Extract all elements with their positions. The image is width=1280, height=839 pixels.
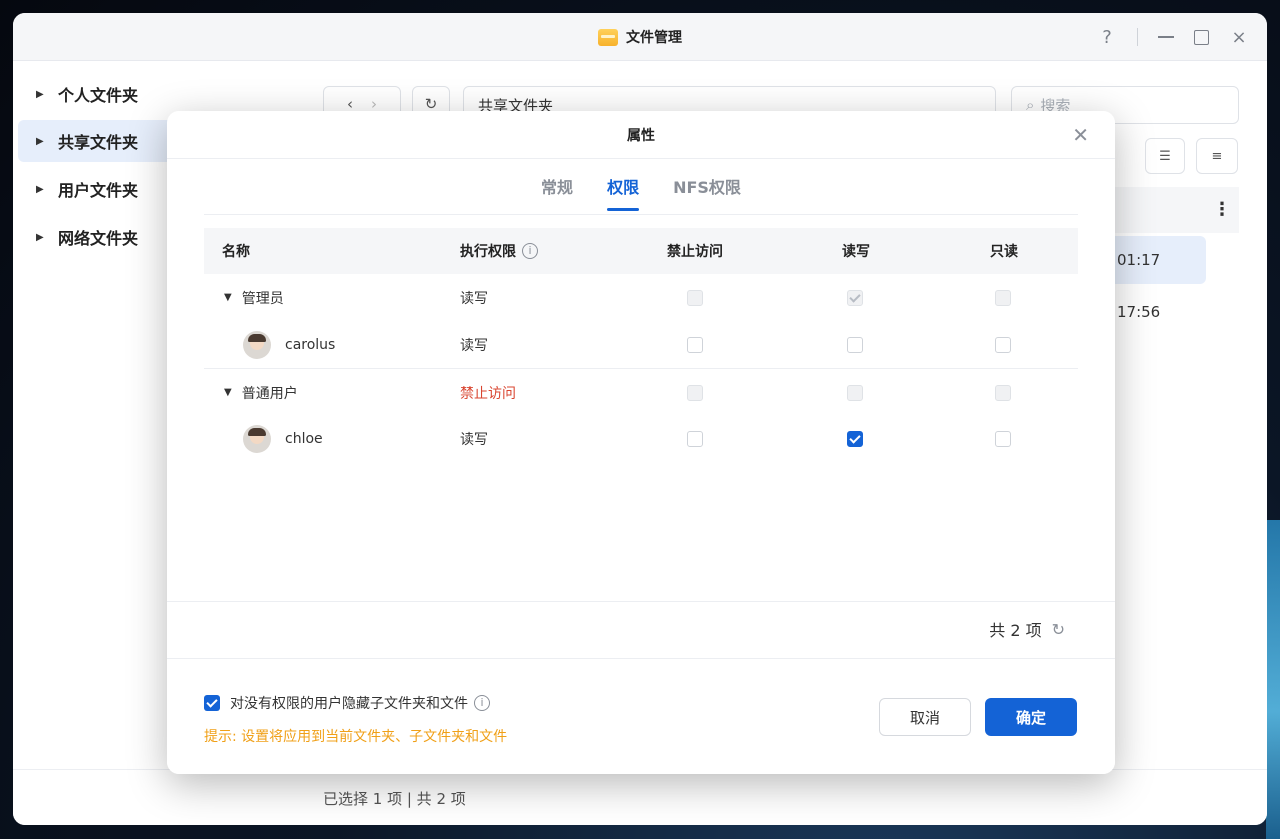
- view-mode-button[interactable]: ☰: [1145, 138, 1185, 174]
- dialog-header: 属性 ✕: [167, 111, 1115, 159]
- desktop-edge-glow: [1266, 520, 1280, 839]
- read-only-checkbox: [995, 384, 1011, 401]
- group-name-cell[interactable]: ▼ 普通用户: [224, 369, 298, 416]
- info-icon[interactable]: i: [474, 695, 490, 711]
- hide-option-label: 对没有权限的用户隐藏子文件夹和文件: [230, 696, 468, 712]
- properties-dialog: 属性 ✕ 常规 权限 NFS权限 名称 执行权限 i 禁止访问 读写 只读 ▼ …: [167, 111, 1115, 774]
- col-deny: 禁止访问: [667, 244, 723, 260]
- controls-divider: [1137, 28, 1138, 46]
- user-name-cell: carolus: [243, 321, 335, 368]
- dialog-tabs: 常规 权限 NFS权限: [167, 173, 1115, 213]
- tab-general[interactable]: 常规: [541, 173, 573, 211]
- user-name: chloe: [285, 430, 323, 447]
- folder-app-icon: [598, 28, 618, 46]
- group-name: 管理员: [241, 290, 284, 307]
- col-read-write: 读写: [842, 244, 870, 260]
- effective-permission: 读写: [460, 337, 488, 354]
- deny-checkbox[interactable]: [687, 430, 703, 447]
- minimize-icon[interactable]: [1158, 36, 1174, 38]
- sidebar-item-label: 网络文件夹: [58, 229, 139, 248]
- caret-down-icon[interactable]: ▼: [224, 387, 232, 398]
- table-row: ▼ 管理员 读写: [204, 274, 1078, 321]
- list-view-icon: ☰: [1159, 148, 1171, 164]
- effective-permission: 读写: [460, 290, 488, 307]
- read-only-checkbox[interactable]: [995, 430, 1011, 447]
- maximize-icon[interactable]: [1194, 29, 1209, 45]
- deny-checkbox: [687, 289, 703, 306]
- deny-checkbox[interactable]: [687, 336, 703, 353]
- group-name-cell[interactable]: ▼ 管理员: [224, 274, 284, 321]
- caret-right-icon: ▶: [36, 135, 44, 147]
- permissions-table: 名称 执行权限 i 禁止访问 读写 只读 ▼ 管理员 读写 carolus 读写…: [204, 228, 1078, 462]
- read-write-checkbox[interactable]: [847, 336, 863, 353]
- help-icon[interactable]: ?: [1097, 27, 1117, 48]
- effective-permission: 读写: [460, 431, 488, 448]
- deny-checkbox: [687, 384, 703, 401]
- title-group: 文件管理: [13, 13, 1267, 61]
- sort-button[interactable]: ≡: [1196, 138, 1238, 174]
- list-divider: [167, 601, 1115, 602]
- window-title: 文件管理: [626, 30, 682, 46]
- col-effective: 执行权限 i: [460, 228, 538, 274]
- read-only-checkbox[interactable]: [995, 336, 1011, 353]
- close-icon[interactable]: ✕: [1072, 123, 1089, 147]
- caret-right-icon: ▶: [36, 231, 44, 243]
- sidebar-item-label: 共享文件夹: [58, 133, 139, 152]
- table-row: carolus 读写: [204, 321, 1078, 368]
- table-row: chloe 读写: [204, 415, 1078, 462]
- caret-right-icon: ▶: [36, 88, 44, 100]
- titlebar: 文件管理 ? ×: [13, 13, 1267, 61]
- refresh-icon[interactable]: ↻: [1052, 620, 1065, 639]
- table-row: ▼ 普通用户 禁止访问: [204, 368, 1078, 415]
- item-count-text: 共 2 项: [989, 621, 1042, 640]
- sidebar-item-personal[interactable]: ▶ 个人文件夹: [18, 73, 308, 115]
- sidebar-item-label: 个人文件夹: [58, 86, 139, 105]
- effective-permission: 禁止访问: [460, 385, 516, 402]
- row-time: 17:56: [1117, 303, 1161, 321]
- footer-divider: [167, 658, 1115, 659]
- col-name: 名称: [222, 244, 250, 260]
- group-name: 普通用户: [241, 385, 298, 402]
- confirm-button[interactable]: 确定: [985, 698, 1077, 736]
- status-text: 已选择 1 项 | 共 2 项: [323, 790, 466, 808]
- cancel-button[interactable]: 取消: [879, 698, 971, 736]
- tabs-divider: [204, 214, 1078, 215]
- sidebar-item-label: 用户文件夹: [58, 181, 139, 200]
- caret-down-icon[interactable]: ▼: [224, 292, 232, 303]
- table-header: 名称 执行权限 i 禁止访问 读写 只读: [204, 228, 1078, 274]
- read-only-checkbox: [995, 289, 1011, 306]
- hint-text: 提示: 设置将应用到当前文件夹、子文件夹和文件: [204, 729, 508, 745]
- item-count: 共 2 项 ↻: [989, 617, 1065, 641]
- row-time: 01:17: [1117, 251, 1161, 269]
- dialog-title: 属性: [627, 127, 655, 144]
- window-controls: ? ×: [1097, 13, 1249, 61]
- more-options-icon[interactable]: ⋮: [1213, 199, 1231, 220]
- read-write-checkbox: [847, 384, 863, 401]
- status-bar: 已选择 1 项 | 共 2 项: [13, 769, 1267, 825]
- info-icon[interactable]: i: [522, 243, 538, 259]
- col-effective-label: 执行权限: [460, 244, 516, 260]
- close-window-icon[interactable]: ×: [1229, 27, 1249, 48]
- col-read-only: 只读: [990, 244, 1018, 260]
- user-name: carolus: [285, 336, 336, 353]
- read-write-checkbox[interactable]: [847, 430, 863, 447]
- hide-checkbox[interactable]: [204, 695, 220, 711]
- caret-right-icon: ▶: [36, 183, 44, 195]
- hide-option[interactable]: 对没有权限的用户隐藏子文件夹和文件 i: [204, 693, 490, 713]
- avatar: [243, 330, 271, 359]
- avatar: [243, 424, 271, 453]
- read-write-checkbox: [847, 289, 863, 306]
- sort-icon: ≡: [1211, 148, 1223, 164]
- user-name-cell: chloe: [243, 415, 323, 462]
- tab-permissions[interactable]: 权限: [607, 173, 640, 211]
- tab-nfs-permissions[interactable]: NFS权限: [673, 173, 741, 211]
